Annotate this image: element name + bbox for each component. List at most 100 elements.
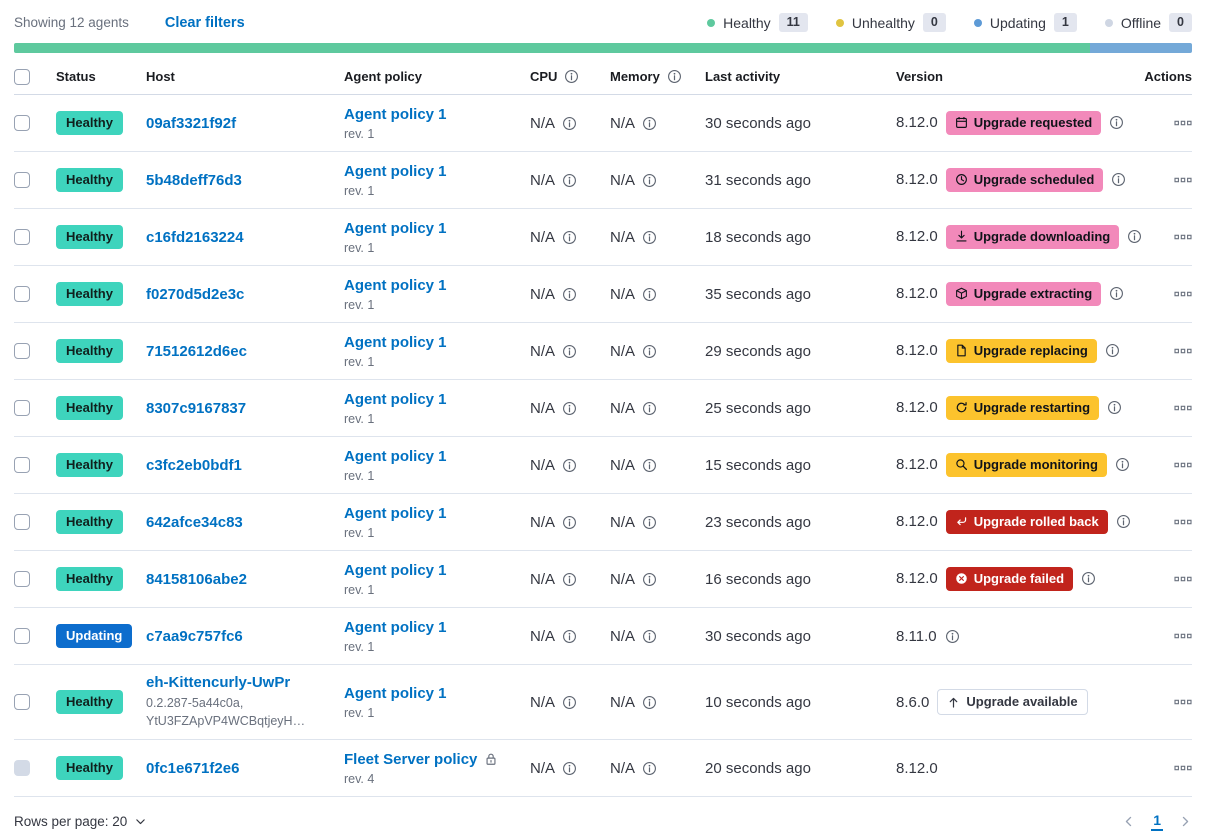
actions-menu-button[interactable] <box>1174 570 1192 588</box>
upgrade-info-icon[interactable] <box>1115 457 1130 472</box>
row-checkbox[interactable] <box>14 115 30 131</box>
upgrade-info-icon[interactable] <box>1081 571 1096 586</box>
next-page-button[interactable] <box>1179 815 1192 828</box>
host-link[interactable]: 71512612d6ec <box>146 343 247 360</box>
actions-menu-button[interactable] <box>1174 456 1192 474</box>
memory-info-icon[interactable] <box>642 629 657 644</box>
host-link[interactable]: f0270d5d2e3c <box>146 286 244 303</box>
status-badge: Healthy <box>56 339 123 363</box>
policy-revision: rev. 1 <box>344 355 374 369</box>
cpu-info-icon[interactable] <box>562 173 577 188</box>
host-link[interactable]: 8307c9167837 <box>146 400 246 417</box>
legend-item-updating[interactable]: Updating1 <box>974 13 1077 32</box>
host-link[interactable]: 0fc1e671f2e6 <box>146 760 239 777</box>
host-link[interactable]: eh-Kittencurly-UwPr <box>146 674 290 691</box>
agent-policy-link[interactable]: Agent policy 1 <box>344 619 447 636</box>
memory-info-icon[interactable] <box>642 458 657 473</box>
agent-policy-link[interactable]: Agent policy 1 <box>344 334 447 351</box>
actions-menu-button[interactable] <box>1174 342 1192 360</box>
upgrade-info-icon[interactable] <box>1107 400 1122 415</box>
actions-menu-button[interactable] <box>1174 759 1192 777</box>
cpu-info-icon[interactable] <box>562 761 577 776</box>
agent-policy-link[interactable]: Agent policy 1 <box>344 163 447 180</box>
agent-policy-link[interactable]: Agent policy 1 <box>344 685 447 702</box>
memory-info-icon[interactable] <box>642 761 657 776</box>
upgrade-info-icon[interactable] <box>1109 115 1124 130</box>
upgrade-info-icon[interactable] <box>1116 514 1131 529</box>
agent-policy-link[interactable]: Agent policy 1 <box>344 505 447 522</box>
agent-policy-link[interactable]: Agent policy 1 <box>344 448 447 465</box>
clear-filters-link[interactable]: Clear filters <box>165 15 245 31</box>
row-checkbox[interactable] <box>14 514 30 530</box>
memory-info-icon[interactable] <box>642 515 657 530</box>
row-checkbox[interactable] <box>14 400 30 416</box>
previous-page-button[interactable] <box>1122 815 1135 828</box>
rows-per-page-button[interactable]: Rows per page: 20 <box>14 814 147 829</box>
host-link[interactable]: c3fc2eb0bdf1 <box>146 457 242 474</box>
memory-info-icon[interactable] <box>642 287 657 302</box>
cpu-info-icon[interactable] <box>562 116 577 131</box>
cpu-info-icon[interactable] <box>562 629 577 644</box>
host-link[interactable]: c16fd2163224 <box>146 229 244 246</box>
memory-info-icon[interactable] <box>642 230 657 245</box>
page-1-button[interactable]: 1 <box>1151 812 1163 831</box>
actions-menu-button[interactable] <box>1174 693 1192 711</box>
agent-policy-link[interactable]: Agent policy 1 <box>344 391 447 408</box>
memory-info-icon[interactable] <box>642 401 657 416</box>
cpu-info-icon[interactable] <box>562 344 577 359</box>
row-checkbox[interactable] <box>14 571 30 587</box>
upgrade-info-icon[interactable] <box>1111 172 1126 187</box>
host-link[interactable]: 84158106abe2 <box>146 571 247 588</box>
agent-policy-link[interactable]: Fleet Server policy <box>344 751 477 768</box>
legend-item-offline[interactable]: Offline0 <box>1105 13 1192 32</box>
cpu-info-icon[interactable] <box>562 458 577 473</box>
actions-menu-button[interactable] <box>1174 627 1192 645</box>
legend-item-unhealthy[interactable]: Unhealthy0 <box>836 13 946 32</box>
row-checkbox[interactable] <box>14 457 30 473</box>
row-checkbox[interactable] <box>14 694 30 710</box>
agent-policy-link[interactable]: Agent policy 1 <box>344 220 447 237</box>
table-row: Healthy 642afce34c83 Agent policy 1 rev.… <box>14 494 1192 551</box>
actions-menu-button[interactable] <box>1174 228 1192 246</box>
actions-menu-button[interactable] <box>1174 114 1192 132</box>
actions-menu-button[interactable] <box>1174 171 1192 189</box>
memory-header-info-icon[interactable] <box>667 69 682 84</box>
cpu-info-icon[interactable] <box>562 695 577 710</box>
row-checkbox[interactable] <box>14 172 30 188</box>
cpu-info-icon[interactable] <box>562 515 577 530</box>
host-link[interactable]: 5b48deff76d3 <box>146 172 242 189</box>
upgrade-info-icon[interactable] <box>945 629 960 644</box>
upgrade-info-icon[interactable] <box>1127 229 1142 244</box>
memory-info-icon[interactable] <box>642 116 657 131</box>
memory-info-icon[interactable] <box>642 173 657 188</box>
row-checkbox[interactable] <box>14 229 30 245</box>
row-checkbox[interactable] <box>14 286 30 302</box>
legend-item-healthy[interactable]: Healthy11 <box>707 13 808 32</box>
host-link[interactable]: 642afce34c83 <box>146 514 243 531</box>
agent-policy-link[interactable]: Agent policy 1 <box>344 277 447 294</box>
host-link[interactable]: 09af3321f92f <box>146 115 236 132</box>
cpu-info-icon[interactable] <box>562 287 577 302</box>
actions-menu-button[interactable] <box>1174 513 1192 531</box>
cpu-info-icon[interactable] <box>562 230 577 245</box>
row-checkbox[interactable] <box>14 343 30 359</box>
upgrade-info-icon[interactable] <box>1109 286 1124 301</box>
agent-policy-link[interactable]: Agent policy 1 <box>344 562 447 579</box>
memory-info-icon[interactable] <box>642 344 657 359</box>
host-link[interactable]: c7aa9c757fc6 <box>146 628 243 645</box>
row-checkbox[interactable] <box>14 628 30 644</box>
actions-menu-button[interactable] <box>1174 285 1192 303</box>
upgrade-info-icon[interactable] <box>1105 343 1120 358</box>
calendar-icon <box>955 116 968 129</box>
memory-info-icon[interactable] <box>642 572 657 587</box>
select-all-checkbox[interactable] <box>14 69 30 85</box>
row-checkbox[interactable] <box>14 760 30 776</box>
version-value: 8.12.0 <box>896 399 938 416</box>
memory-info-icon[interactable] <box>642 695 657 710</box>
unhealthy-status-dot <box>836 19 844 27</box>
cpu-header-info-icon[interactable] <box>564 69 579 84</box>
cpu-info-icon[interactable] <box>562 401 577 416</box>
actions-menu-button[interactable] <box>1174 399 1192 417</box>
cpu-info-icon[interactable] <box>562 572 577 587</box>
agent-policy-link[interactable]: Agent policy 1 <box>344 106 447 123</box>
